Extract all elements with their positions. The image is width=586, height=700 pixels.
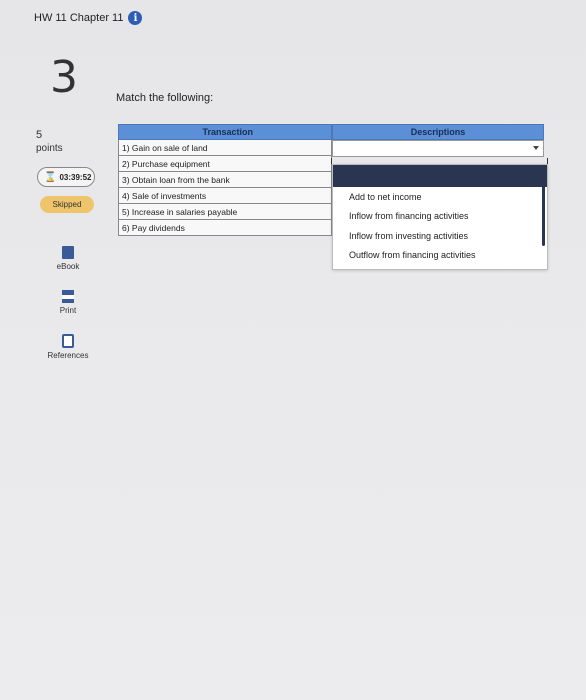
dropdown-scrollbar[interactable]	[542, 168, 545, 246]
info-icon[interactable]: i	[128, 11, 143, 25]
printer-icon	[62, 290, 74, 303]
table-row: 2) Purchase equipment	[118, 156, 332, 172]
dropdown-highlighted-option[interactable]	[333, 165, 547, 187]
table-row: 3) Obtain loan from the bank	[118, 172, 332, 188]
references-button[interactable]: References	[42, 334, 94, 360]
assignment-title: HW 11 Chapter 11 i	[34, 11, 143, 25]
dropdown-option[interactable]: Add to net income	[333, 187, 547, 207]
dropdown-option[interactable]: Inflow from investing activities	[333, 226, 547, 246]
print-label: Print	[59, 306, 77, 315]
dropdown-option[interactable]: Inflow from financing activities	[333, 207, 547, 227]
book-icon	[62, 246, 74, 259]
timer-value: 03:39:52	[59, 172, 92, 182]
chevron-down-icon[interactable]	[533, 146, 539, 150]
question-number: 3	[50, 52, 78, 103]
timer-badge: ⌛ 03:39:52	[37, 167, 95, 187]
points-label: points	[36, 143, 63, 154]
table-row: 5) Increase in salaries payable	[118, 204, 332, 220]
dropdown-option[interactable]: Outflow from financing activities	[333, 246, 547, 266]
table-row: 1) Gain on sale of land	[118, 140, 332, 156]
ebook-label: eBook	[56, 262, 80, 271]
question-prompt: Match the following:	[116, 92, 214, 104]
description-select[interactable]	[332, 140, 544, 157]
print-button[interactable]: Print	[42, 290, 94, 315]
hourglass-icon: ⌛	[44, 171, 57, 183]
transaction-rows: 1) Gain on sale of land 2) Purchase equi…	[118, 140, 332, 236]
references-icon	[62, 334, 74, 348]
ebook-button[interactable]: eBook	[42, 246, 94, 271]
transaction-header: Transaction	[118, 124, 332, 140]
status-badge: Skipped	[40, 196, 94, 213]
table-row: 4) Sale of investments	[118, 188, 332, 204]
description-dropdown[interactable]: Add to net income Inflow from financing …	[332, 164, 548, 270]
descriptions-header: Descriptions	[332, 124, 544, 140]
points-value: 5	[36, 129, 43, 141]
references-label: References	[47, 351, 89, 360]
table-row: 6) Pay dividends	[118, 220, 332, 236]
points-block: 5 points	[36, 128, 63, 156]
assignment-title-text: HW 11 Chapter 11	[34, 12, 124, 24]
table-header: Transaction Descriptions	[118, 124, 544, 140]
